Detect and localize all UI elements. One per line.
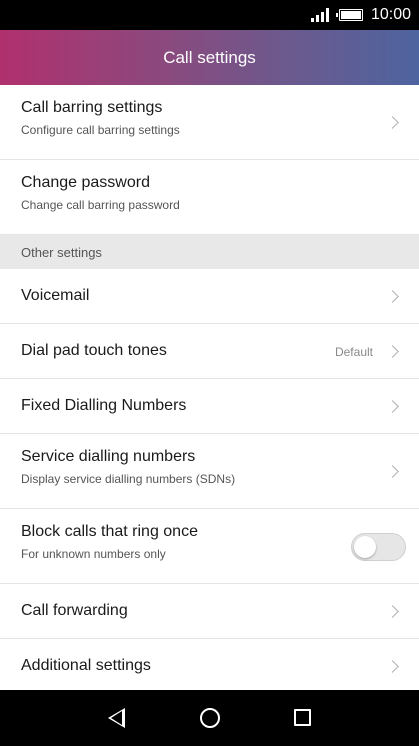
- back-icon[interactable]: [108, 708, 125, 728]
- additional-settings-item[interactable]: Additional settings: [0, 639, 419, 694]
- item-title: Dial pad touch tones: [21, 342, 167, 359]
- recent-apps-icon[interactable]: [294, 709, 311, 726]
- item-title: Additional settings: [21, 657, 151, 674]
- item-title: Voicemail: [21, 287, 90, 304]
- chevron-right-icon: [386, 400, 399, 413]
- item-title: Fixed Dialling Numbers: [21, 397, 187, 414]
- item-title: Change password: [21, 174, 150, 191]
- settings-list: Call barring settings Configure call bar…: [0, 85, 419, 694]
- chevron-right-icon: [386, 116, 399, 129]
- section-label: Other settings: [21, 245, 102, 260]
- chevron-right-icon: [386, 345, 399, 358]
- dial-pad-touch-tones-item[interactable]: Dial pad touch tones Default: [0, 324, 419, 379]
- item-title: Block calls that ring once: [21, 523, 198, 540]
- call-forwarding-item[interactable]: Call forwarding: [0, 584, 419, 639]
- chevron-right-icon: [386, 605, 399, 618]
- item-title: Call barring settings: [21, 99, 163, 116]
- voicemail-item[interactable]: Voicemail: [0, 269, 419, 324]
- item-subtitle: Change call barring password: [21, 198, 180, 212]
- item-title: Service dialling numbers: [21, 448, 196, 465]
- home-icon[interactable]: [200, 708, 220, 728]
- clock: 10:00: [370, 6, 411, 23]
- chevron-right-icon: [386, 290, 399, 303]
- app-header: Call settings: [0, 30, 419, 85]
- page-title: Call settings: [163, 47, 256, 67]
- status-icons: 10:00: [310, 0, 411, 30]
- item-subtitle: Display service dialling numbers (SDNs): [21, 472, 236, 486]
- item-subtitle: Configure call barring settings: [21, 123, 180, 137]
- change-password-item[interactable]: Change password Change call barring pass…: [0, 160, 419, 235]
- toggle-knob: [354, 536, 376, 558]
- chevron-right-icon: [386, 660, 399, 673]
- status-bar: 10:00: [0, 0, 419, 30]
- block-calls-toggle[interactable]: [351, 533, 406, 561]
- signal-icon: [310, 8, 329, 22]
- call-barring-settings-item[interactable]: Call barring settings Configure call bar…: [0, 85, 419, 160]
- service-dialling-numbers-item[interactable]: Service dialling numbers Display service…: [0, 434, 419, 509]
- item-value: Default: [334, 345, 373, 359]
- battery-icon: [335, 9, 363, 21]
- section-header-other-settings: Other settings: [0, 235, 419, 269]
- chevron-right-icon: [386, 465, 399, 478]
- item-subtitle: For unknown numbers only: [21, 547, 166, 561]
- fixed-dialling-numbers-item[interactable]: Fixed Dialling Numbers: [0, 379, 419, 434]
- block-calls-ring-once-item[interactable]: Block calls that ring once For unknown n…: [0, 509, 419, 584]
- item-title: Call forwarding: [21, 602, 128, 619]
- navigation-bar: [0, 690, 419, 746]
